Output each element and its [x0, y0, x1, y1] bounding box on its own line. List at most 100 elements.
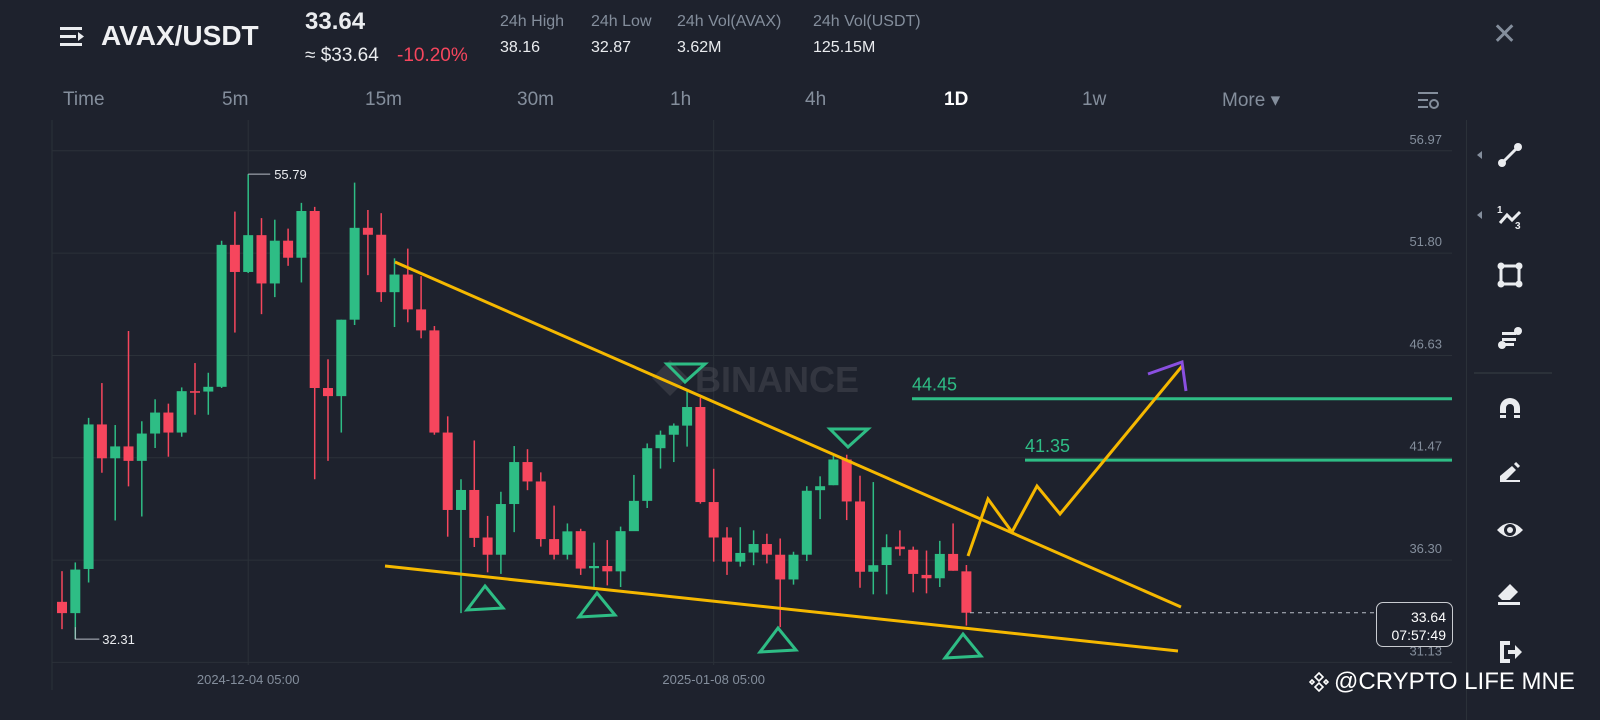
resistance-level-label: 44.45 — [912, 375, 957, 395]
trend-line-icon[interactable] — [1494, 139, 1526, 171]
resistance-level-label: 41.35 — [1025, 436, 1070, 456]
candlestick-chart[interactable]: 56.9751.8046.6341.4736.3031.132024-12-04… — [0, 0, 1600, 720]
position-tool-icon[interactable] — [1494, 321, 1526, 353]
candle — [948, 523, 959, 571]
magnet-icon[interactable] — [1494, 392, 1526, 424]
candle — [482, 515, 493, 573]
candle-body — [562, 531, 573, 555]
current-price-box: 33.64 07:57:49 — [1376, 602, 1453, 647]
candle-body — [110, 446, 121, 459]
upper-trendline — [394, 260, 1182, 609]
candle — [575, 528, 586, 575]
candle — [256, 218, 267, 315]
candle-body — [695, 407, 706, 503]
candle-body — [722, 537, 732, 562]
candle-body — [83, 424, 94, 569]
credit-watermark: @CRYPTO LIFE MNE — [1308, 668, 1575, 696]
exit-icon[interactable] — [1494, 636, 1526, 668]
candle-body — [921, 574, 932, 579]
brush-icon[interactable] — [1494, 454, 1526, 486]
candle — [442, 416, 453, 537]
price-tick-label: 36.30 — [1409, 541, 1442, 556]
svg-text:3: 3 — [1515, 221, 1521, 231]
candle-body — [934, 553, 945, 579]
candle-body — [801, 490, 812, 555]
candle-body — [788, 554, 799, 580]
binance-watermark-text: BINANCE — [695, 359, 859, 400]
candle — [682, 391, 693, 447]
candle-body — [216, 244, 227, 387]
candle-body — [655, 434, 666, 449]
pivot-low-triangle — [756, 625, 800, 654]
candle-body — [389, 274, 400, 293]
candle — [695, 397, 706, 504]
time-tick-label: 2024-12-04 05:00 — [197, 672, 300, 687]
candle — [722, 527, 732, 575]
candle — [562, 523, 573, 560]
candle-body — [628, 500, 639, 532]
candle — [110, 425, 121, 521]
candle-body — [509, 462, 520, 505]
candle-body — [416, 309, 427, 331]
candle-body — [708, 502, 719, 538]
candle — [788, 551, 799, 585]
eye-icon[interactable] — [1494, 514, 1526, 546]
candle-body — [376, 234, 387, 293]
candle — [602, 540, 613, 586]
candle-body — [961, 571, 972, 613]
candle-body — [429, 330, 440, 433]
fibonacci-icon[interactable]: 13 — [1494, 199, 1526, 231]
candle — [642, 443, 653, 508]
candle-body — [309, 210, 320, 389]
candle-body — [269, 240, 280, 284]
candle — [522, 449, 533, 491]
candle-body — [748, 544, 759, 553]
candle — [668, 423, 679, 463]
candle-body — [841, 459, 852, 502]
pivot-low-triangle — [463, 583, 507, 612]
candle — [229, 211, 240, 333]
rectangle-icon[interactable] — [1494, 259, 1526, 291]
candle — [416, 276, 427, 339]
submenu-arrows — [1477, 151, 1482, 219]
price-tick-label: 46.63 — [1409, 337, 1442, 352]
pivot-high-triangle — [826, 427, 872, 450]
candle-body — [150, 412, 161, 434]
candle-body — [828, 459, 839, 486]
candle — [495, 491, 506, 574]
candle-body — [442, 432, 453, 510]
candle-body — [668, 425, 679, 435]
candle — [123, 330, 134, 487]
candle-body — [482, 537, 493, 555]
candle-body — [256, 235, 267, 284]
candle — [761, 533, 772, 564]
candle — [336, 319, 347, 433]
candle — [868, 482, 879, 595]
svg-text:1: 1 — [1497, 205, 1503, 216]
credit-text: @CRYPTO LIFE MNE — [1334, 668, 1575, 695]
pivot-low-triangle — [575, 590, 619, 619]
candle — [469, 440, 480, 547]
candle — [216, 240, 227, 389]
candle — [708, 468, 719, 562]
low-marker-line — [74, 627, 100, 640]
current-price-label: 33.64 — [1410, 609, 1446, 625]
candle-body — [602, 566, 613, 572]
candle — [83, 417, 94, 583]
candle-body — [283, 240, 294, 258]
eraser-icon[interactable] — [1494, 576, 1526, 608]
candle-body — [349, 227, 360, 320]
candle-body — [535, 481, 546, 540]
candle-body — [735, 552, 746, 562]
candle — [801, 486, 812, 562]
candle-body — [815, 486, 826, 491]
candle — [349, 182, 360, 326]
candle — [309, 206, 320, 480]
candle-body — [323, 388, 333, 397]
candle — [190, 363, 200, 415]
time-tick-label: 2025-01-08 05:00 — [662, 672, 765, 687]
toolbar-divider — [1466, 120, 1467, 720]
candle — [894, 530, 905, 556]
candle-body — [495, 504, 506, 555]
candle — [429, 326, 440, 435]
